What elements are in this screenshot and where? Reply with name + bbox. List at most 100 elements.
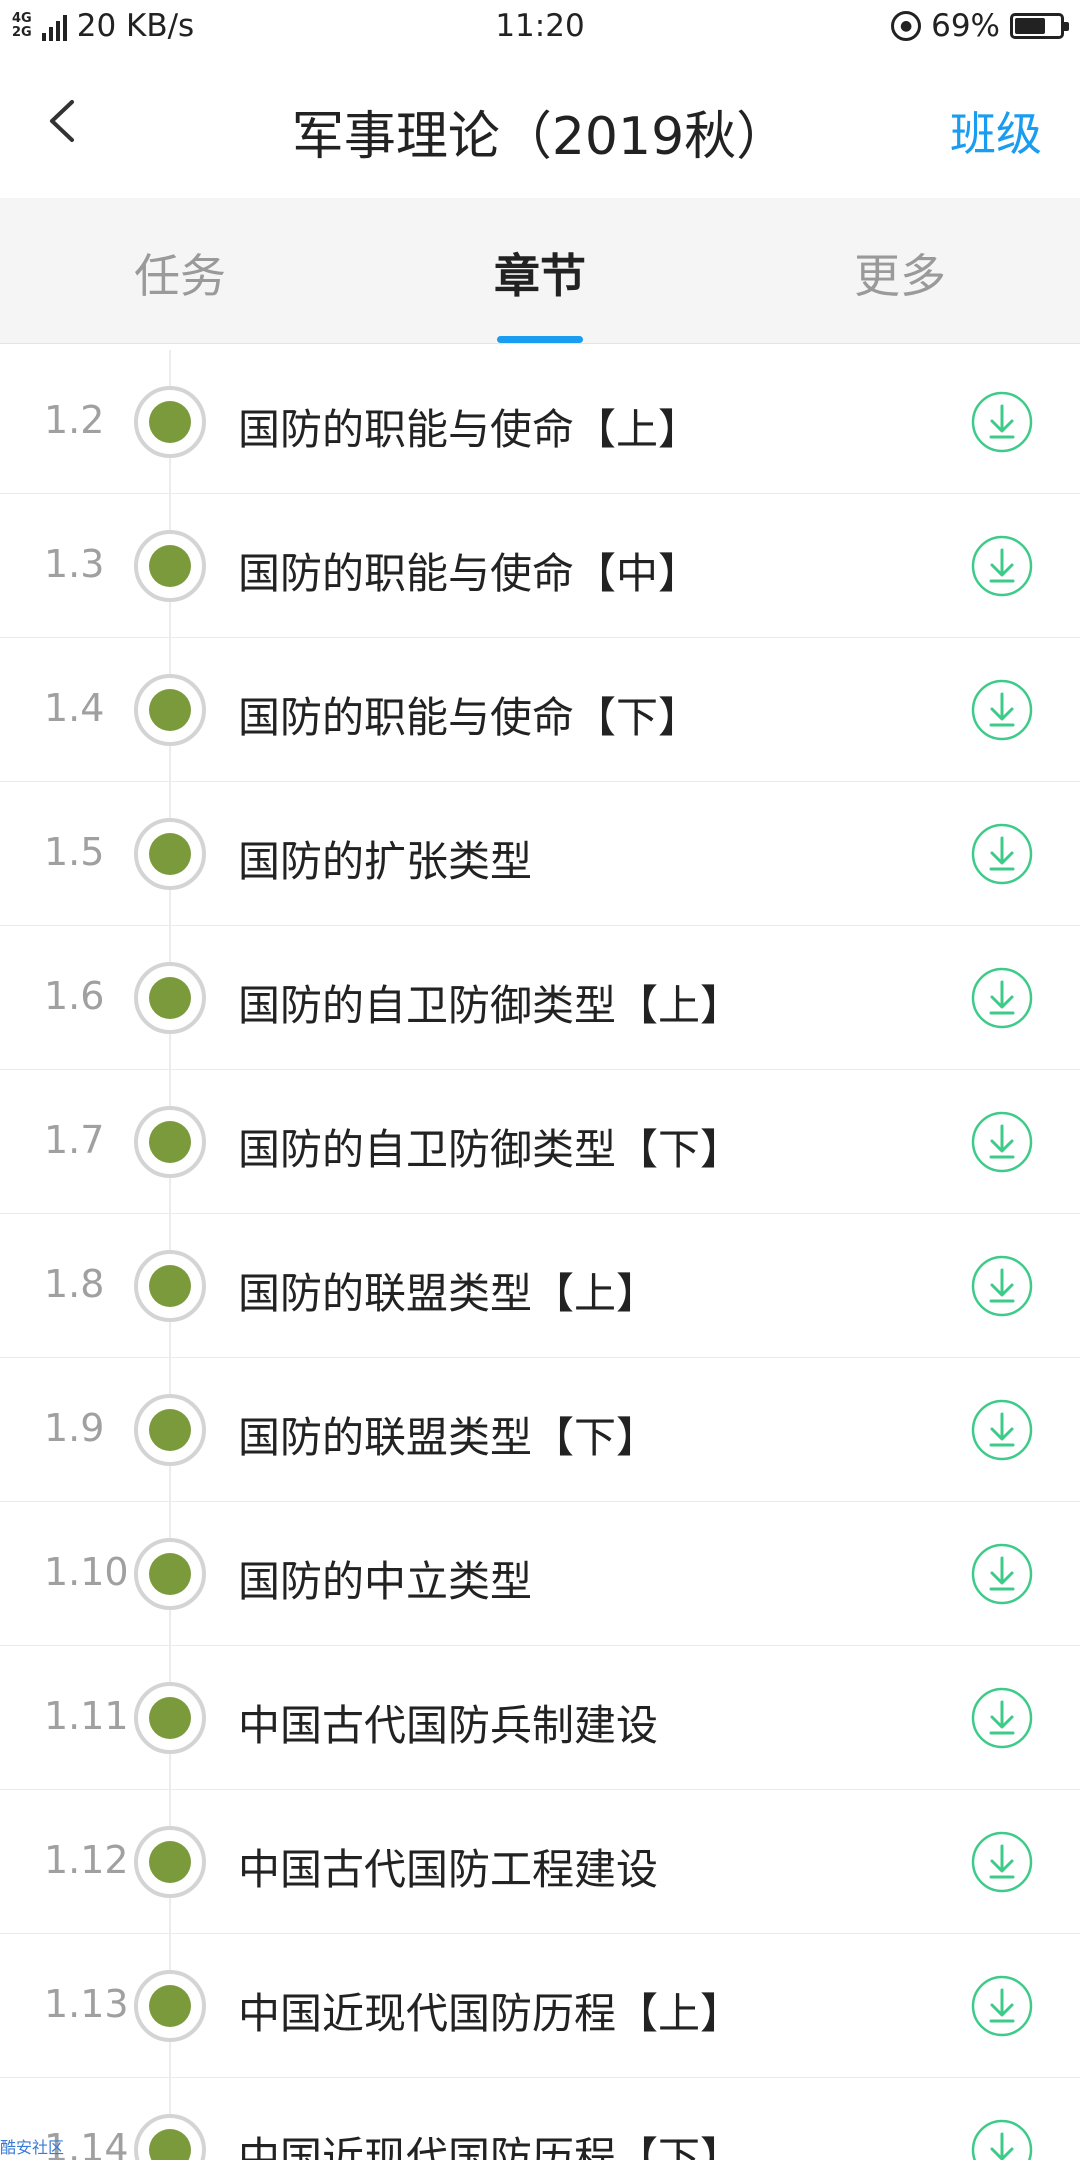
download-icon bbox=[971, 1111, 1033, 1173]
status-right: ● 69% bbox=[891, 8, 1069, 44]
download-button[interactable] bbox=[970, 2118, 1034, 2160]
download-icon bbox=[971, 391, 1033, 453]
download-icon bbox=[971, 1831, 1033, 1893]
download-button[interactable] bbox=[970, 1110, 1034, 1174]
progress-dot-fill bbox=[149, 977, 191, 1019]
chapter-title[interactable]: 国防的联盟类型【下】 bbox=[238, 1404, 658, 1465]
progress-dot-fill bbox=[149, 1265, 191, 1307]
progress-dot-icon bbox=[134, 818, 206, 890]
download-icon bbox=[971, 2119, 1033, 2160]
progress-dot-icon bbox=[134, 1106, 206, 1178]
download-icon bbox=[971, 679, 1033, 741]
progress-dot-fill bbox=[149, 1985, 191, 2027]
battery-percent: 69% bbox=[931, 8, 1000, 44]
chapter-title[interactable]: 国防的自卫防御类型【上】 bbox=[238, 972, 742, 1033]
chapter-list[interactable]: 1.2 国防的职能与使命【上】 1.3 国防的职能与使命【中】 1.4 国防的职能与使命【… bbox=[0, 350, 1080, 2160]
chapter-row[interactable]: 1.11 中国古代国防兵制建设 bbox=[0, 1646, 1080, 1790]
chapter-title[interactable]: 国防的联盟类型【上】 bbox=[238, 1260, 658, 1321]
chapter-number: 1.11 bbox=[44, 1694, 129, 1738]
download-icon bbox=[971, 1255, 1033, 1317]
chapter-row[interactable]: 1.8 国防的联盟类型【上】 bbox=[0, 1214, 1080, 1358]
download-icon bbox=[971, 1975, 1033, 2037]
chapter-row[interactable]: 1.3 国防的职能与使命【中】 bbox=[0, 494, 1080, 638]
download-button[interactable] bbox=[970, 678, 1034, 742]
progress-dot-icon bbox=[134, 962, 206, 1034]
chapter-row[interactable]: 1.2 国防的职能与使命【上】 bbox=[0, 350, 1080, 494]
progress-dot-icon bbox=[134, 2114, 206, 2160]
chapter-number: 1.7 bbox=[44, 1118, 105, 1162]
download-icon bbox=[971, 823, 1033, 885]
chapter-title[interactable]: 国防的自卫防御类型【下】 bbox=[238, 1116, 742, 1177]
chapter-title[interactable]: 国防的中立类型 bbox=[238, 1548, 532, 1609]
progress-dot-fill bbox=[149, 545, 191, 587]
chapter-number: 1.12 bbox=[44, 1838, 129, 1882]
tab-active-indicator bbox=[497, 336, 583, 343]
progress-dot-icon bbox=[134, 1970, 206, 2042]
tab-more[interactable]: 更多 bbox=[780, 240, 1020, 306]
chapter-row[interactable]: 1.7 国防的自卫防御类型【下】 bbox=[0, 1070, 1080, 1214]
chapter-number: 1.13 bbox=[44, 1982, 129, 2026]
download-button[interactable] bbox=[970, 390, 1034, 454]
chapter-number: 1.4 bbox=[44, 686, 105, 730]
progress-dot-fill bbox=[149, 401, 191, 443]
rotation-lock-icon: ● bbox=[891, 11, 922, 41]
download-button[interactable] bbox=[970, 1398, 1034, 1462]
progress-dot-icon bbox=[134, 1250, 206, 1322]
class-button[interactable]: 班级 bbox=[950, 98, 1042, 164]
download-button[interactable] bbox=[970, 1254, 1034, 1318]
progress-dot-icon bbox=[134, 1394, 206, 1466]
progress-dot-fill bbox=[149, 1841, 191, 1883]
chapter-title[interactable]: 国防的职能与使命【上】 bbox=[238, 396, 700, 457]
chapter-number: 1.10 bbox=[44, 1550, 129, 1594]
progress-dot-fill bbox=[149, 1121, 191, 1163]
download-button[interactable] bbox=[970, 822, 1034, 886]
download-button[interactable] bbox=[970, 1686, 1034, 1750]
download-button[interactable] bbox=[970, 1830, 1034, 1894]
progress-dot-fill bbox=[149, 1553, 191, 1595]
download-button[interactable] bbox=[970, 1974, 1034, 2038]
progress-dot-fill bbox=[149, 1697, 191, 1739]
chapter-row[interactable]: 1.14 中国近现代国防历程【下】 bbox=[0, 2078, 1080, 2160]
download-button[interactable] bbox=[970, 534, 1034, 598]
download-icon bbox=[971, 967, 1033, 1029]
chapter-row[interactable]: 1.4 国防的职能与使命【下】 bbox=[0, 638, 1080, 782]
download-icon bbox=[971, 1399, 1033, 1461]
status-bar: 4G 2G 20 KB/s 11:20 ● 69% bbox=[0, 0, 1080, 56]
download-button[interactable] bbox=[970, 1542, 1034, 1606]
progress-dot-fill bbox=[149, 833, 191, 875]
chapter-row[interactable]: 1.5 国防的扩张类型 bbox=[0, 782, 1080, 926]
tab-chapters[interactable]: 章节 bbox=[420, 240, 660, 306]
chapter-title[interactable]: 国防的职能与使命【下】 bbox=[238, 684, 700, 745]
watermark: 酷安社区 bbox=[0, 2138, 65, 2157]
chapter-row[interactable]: 1.13 中国近现代国防历程【上】 bbox=[0, 1934, 1080, 2078]
download-icon bbox=[971, 535, 1033, 597]
chapter-number: 1.2 bbox=[44, 398, 105, 442]
chapter-title[interactable]: 国防的扩张类型 bbox=[238, 828, 532, 889]
download-icon bbox=[971, 1543, 1033, 1605]
chapter-title[interactable]: 中国古代国防工程建设 bbox=[238, 1836, 658, 1897]
chapter-row[interactable]: 1.6 国防的自卫防御类型【上】 bbox=[0, 926, 1080, 1070]
progress-dot-icon bbox=[134, 674, 206, 746]
progress-dot-icon bbox=[134, 1826, 206, 1898]
progress-dot-fill bbox=[149, 2129, 191, 2160]
chapter-number: 1.8 bbox=[44, 1262, 105, 1306]
progress-dot-icon bbox=[134, 386, 206, 458]
chapter-title[interactable]: 中国古代国防兵制建设 bbox=[238, 1692, 658, 1753]
tab-tasks[interactable]: 任务 bbox=[60, 240, 300, 306]
progress-dot-icon bbox=[134, 530, 206, 602]
chapter-row[interactable]: 1.9 国防的联盟类型【下】 bbox=[0, 1358, 1080, 1502]
chapter-number: 1.6 bbox=[44, 974, 105, 1018]
chapter-title[interactable]: 中国近现代国防历程【上】 bbox=[238, 1980, 742, 2041]
chapter-number: 1.9 bbox=[44, 1406, 105, 1450]
tab-bar: 任务 章节 更多 bbox=[0, 198, 1080, 344]
chapter-row[interactable]: 1.10 国防的中立类型 bbox=[0, 1502, 1080, 1646]
chapter-row[interactable]: 1.12 中国古代国防工程建设 bbox=[0, 1790, 1080, 1934]
download-icon bbox=[971, 1687, 1033, 1749]
progress-dot-fill bbox=[149, 689, 191, 731]
battery-icon bbox=[1010, 13, 1069, 39]
download-button[interactable] bbox=[970, 966, 1034, 1030]
chapter-title[interactable]: 中国近现代国防历程【下】 bbox=[238, 2124, 742, 2160]
chapter-number: 1.3 bbox=[44, 542, 105, 586]
chapter-title[interactable]: 国防的职能与使命【中】 bbox=[238, 540, 700, 601]
progress-dot-icon bbox=[134, 1682, 206, 1754]
